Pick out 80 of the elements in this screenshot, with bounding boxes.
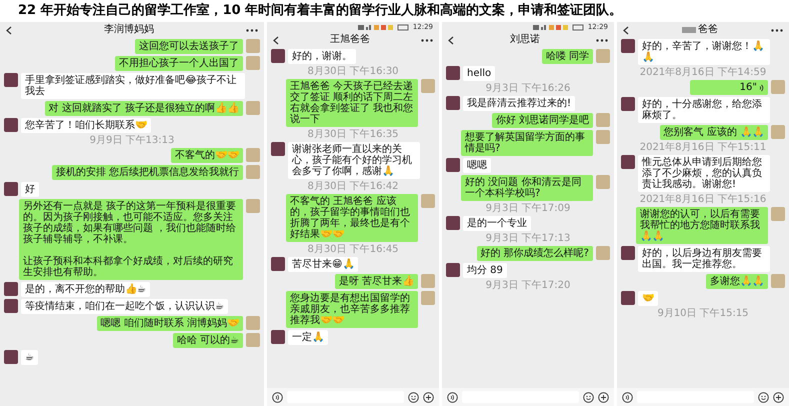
emoji-icon[interactable]: [583, 392, 594, 402]
message-bubble: 好: [21, 182, 39, 197]
message-bubble: 好的 那你成绩怎么样呢?: [476, 246, 593, 261]
timestamp: 9月9日 下午13:13: [88, 135, 176, 146]
message-bubble: 惟元总体从申请到后期给您添了不少麻烦，您的认真负责让我感动。谢谢您!: [638, 155, 770, 192]
message-bubble: 您别客气 应该的 🙏🙏: [660, 125, 768, 140]
more-icon[interactable]: [596, 38, 608, 42]
back-icon[interactable]: [448, 36, 454, 44]
timestamp: 9月10日 下午15:15: [656, 308, 750, 319]
back-icon[interactable]: [623, 26, 629, 34]
add-icon[interactable]: [773, 392, 784, 402]
status-icons: [358, 24, 410, 30]
message-bubble: 谢谢您的认可，以后有需要我帮忙的地方您随时联系我🙏🙏: [636, 207, 768, 244]
timestamp: 8月30日 下午16:45: [306, 244, 400, 255]
voice-wave-icon: [759, 84, 764, 92]
emoji-icon[interactable]: [758, 392, 769, 402]
message-bubble: 是的一个专业: [463, 216, 531, 231]
add-icon[interactable]: [598, 392, 609, 402]
message-bubble: 好的，辛苦了，谢谢您！🙏🙏: [638, 39, 770, 65]
message-bubble: 不客气的 王旭爸爸 应该的，孩子留学的事情咱们也折腾了两年，最终也是有个好结果🤝🤝: [286, 194, 418, 242]
voice-input-icon[interactable]: [272, 392, 283, 402]
message-bubble: 一定🙏: [288, 330, 328, 345]
message-bubble: 好的，以后身边有朋友需要出国。我一定推荐您。: [638, 246, 770, 272]
message-paragraph: 让孩子预科和本科都拿个好成绩，对后续的研究生安排也有帮助。: [23, 256, 234, 278]
chat-title: 王旭爸爸: [330, 34, 370, 46]
message-bubble: 这回您可以去送孩子了: [135, 39, 243, 54]
message-bubble: 好的 没问题 你和清云是同一个本科学校吗?: [461, 175, 593, 201]
voice-message-bubble[interactable]: 16": [690, 80, 768, 95]
more-icon[interactable]: [246, 28, 258, 32]
timestamp: 9月3日 下午17:20: [484, 280, 572, 291]
message-bubble: 嗯嗯 咱们随时联系 润博妈妈🤝: [96, 316, 243, 331]
message-bubble: 多谢您🙏🙏: [706, 274, 768, 289]
message-bubble: 您辛苦了！咱们长期联系🤝: [21, 118, 151, 133]
message-bubble: 好的，谢谢。: [288, 49, 356, 64]
message-bubble: ☕: [21, 350, 38, 365]
timestamp: 2021年8月16日 下午15:11: [638, 142, 768, 153]
message-bubble: 均分 89: [463, 263, 507, 278]
timestamp: 9月3日 下午17:09: [484, 203, 572, 214]
voice-input-icon[interactable]: [447, 392, 458, 402]
message-bubble: 是呀 苦尽甘来👍: [334, 274, 418, 289]
message-bubble: 王旭爸爸 今天孩子已经去递交了签证 顺利的话下周二左右就会拿到签证了 我也和您说一下: [286, 79, 418, 127]
add-icon[interactable]: [423, 392, 434, 402]
voice-input-icon[interactable]: [622, 392, 633, 402]
message-bubble: 是的，离不开您的帮助👍☕: [21, 282, 150, 297]
emoji-icon[interactable]: [408, 392, 419, 402]
message-bubble: 🤝: [638, 291, 658, 306]
timestamp: 2021年8月16日 下午14:59: [638, 67, 768, 78]
message-paragraph: 另外还有一点就是 孩子的这第一年预科是很重要的。因为孩子刚接触，也可能不适应。您多关注孩子的成绩，如果有哪些问题 ，我们也能随时给孩子辅导辅导，不补课。: [23, 201, 238, 245]
back-icon[interactable]: [273, 36, 279, 44]
message-bubble: 不客气的🤝🤝: [171, 148, 243, 163]
message-bubble: 嗯嗯: [463, 158, 491, 173]
timestamp: 9月3日 下午16:26: [484, 83, 572, 94]
message-bubble: 好的，十分感谢您，给您添麻烦了。: [638, 97, 770, 123]
chat-title: 刘思诺: [510, 34, 540, 46]
message-bubble: 我是薛清云推荐过来的!: [463, 96, 576, 111]
chat-title: 李润博妈妈: [104, 24, 154, 36]
status-icons: [532, 24, 585, 30]
message-bubble: 想要了解英国留学方面的事情是吗?: [461, 130, 593, 156]
message-bubble: 对 这回就踏实了 孩子还是很独立的啊👍👍: [44, 101, 243, 116]
message-bubble: 你好 刘思诺同学是吧: [492, 113, 593, 128]
timestamp: 8月30日 下午16:30: [306, 66, 400, 77]
message-bubble: 您身边要是有想出国留学的亲戚朋友，也辛苦多多推荐推荐我🤝🤝: [286, 291, 418, 328]
message-bubble: 哈喽 同学: [542, 49, 593, 64]
message-bubble: 哈哈 可以的☕: [172, 333, 243, 348]
more-icon[interactable]: [771, 28, 783, 32]
page-heading: 22 年开始专注自己的留学工作室，10 年时间有着丰富的留学行业人脉和高端的文案，申请和签证团队。: [17, 2, 624, 20]
message-bubble: 谢谢张老师一直以来的关心，孩子能有个好的学习机会多亏了你啊，感谢🙏: [288, 142, 420, 179]
message-bubble: 接机的安排 您后续把机票信息发给我就行: [52, 165, 243, 180]
message-bubble: 苦尽甘来😁🙏: [288, 257, 358, 272]
message-bubble: hello: [463, 66, 496, 81]
timestamp: 8月30日 下午16:42: [306, 181, 400, 192]
timestamp: 8月30日 下午16:35: [306, 129, 400, 140]
timestamp: 9月3日 下午17:13: [484, 233, 572, 244]
message-bubble: 不用担心孩子一个人出国了: [115, 56, 243, 71]
back-icon[interactable]: [6, 26, 12, 34]
timestamp: 2021年8月16日 下午15:16: [638, 194, 768, 205]
more-icon[interactable]: [421, 38, 433, 42]
message-bubble: 等疫情结束，咱们在一起吃个饭，认识认识☕: [21, 299, 228, 314]
chat-title: 爸爸: [698, 24, 718, 36]
message-bubble: 手里拿到签证感到踏实，做好准备吧😂孩子不让我去: [21, 73, 245, 99]
